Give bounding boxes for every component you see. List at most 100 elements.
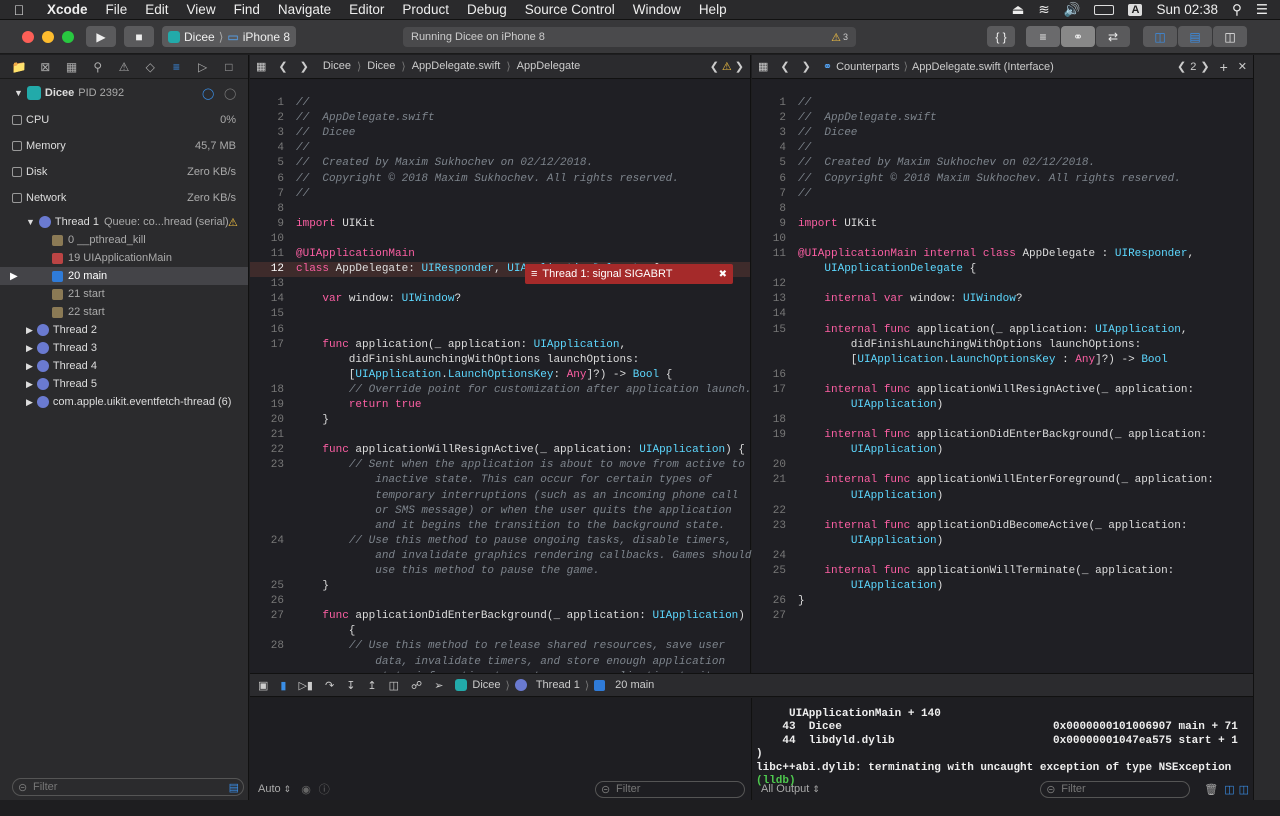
source-control-icon[interactable]: ⊠	[37, 60, 53, 74]
step-into-icon[interactable]: ↧	[346, 679, 355, 692]
menu-file[interactable]: File	[97, 2, 137, 17]
breadcrumb-file[interactable]: AppDelegate.swift (Interface)	[912, 61, 1054, 73]
console-view[interactable]: UIApplicationMain + 140 43 Dicee 0x00000…	[753, 698, 1253, 800]
stack-frame-row[interactable]: 19 UIApplicationMain	[0, 249, 248, 267]
interface-source-code[interactable]: 1//2// AppDelegate.swift 3// Dicee 4//5// …	[752, 79, 1253, 655]
gauge-cpu[interactable]: CPU 0%	[0, 107, 248, 133]
issue-navigator-icon[interactable]: ⚠	[116, 60, 132, 74]
menu-debug[interactable]: Debug	[458, 2, 516, 17]
process-row[interactable]: ▼ Dicee PID 2392 ◯ ◯	[0, 79, 248, 107]
process-running-icon[interactable]: ◯	[202, 87, 214, 100]
find-navigator-icon[interactable]: ⚲	[90, 60, 106, 74]
test-navigator-icon[interactable]: ◇	[142, 60, 158, 74]
process-pause-icon[interactable]: ◯	[224, 87, 236, 100]
close-window-button[interactable]	[22, 30, 34, 43]
warning-icon[interactable]: ⚠	[228, 216, 238, 229]
breakpoint-navigator-icon[interactable]: ▷	[195, 60, 211, 74]
toggle-debug-area-button[interactable]: ▤	[1178, 26, 1212, 47]
quick-look-icon[interactable]: ◉	[301, 783, 311, 796]
filter-options-icon[interactable]: ▤	[229, 781, 239, 794]
assistant-editor-button[interactable]: ⚭	[1061, 26, 1095, 47]
console-filter-field[interactable]: ⊝ Filter	[1040, 780, 1191, 798]
stack-frame-row[interactable]: 22 start	[0, 303, 248, 321]
show-console-icon[interactable]: ◫	[1239, 783, 1249, 796]
debug-path-thread[interactable]: Thread 1	[536, 679, 580, 691]
version-editor-button[interactable]: ⇄	[1096, 26, 1130, 47]
warning-icon[interactable]: ⚠	[831, 31, 841, 44]
source-code[interactable]: 1//2// AppDelegate.swift 3// Dicee 4//5// …	[250, 79, 751, 715]
hide-debug-area-icon[interactable]: ▣	[258, 679, 268, 692]
menu-source-control[interactable]: Source Control	[516, 2, 624, 17]
toggle-navigator-button[interactable]: ◫	[1143, 26, 1177, 47]
gauge-disk[interactable]: Disk Zero KB/s	[0, 159, 248, 185]
minimize-window-button[interactable]	[42, 30, 54, 43]
issue-next-icon[interactable]: ❯	[735, 60, 744, 73]
disclosure-closed-icon[interactable]: ▶	[26, 379, 33, 390]
disclosure-open-icon[interactable]: ▼	[26, 217, 35, 227]
stack-frame-row[interactable]: 21 start	[0, 285, 248, 303]
report-navigator-icon[interactable]: □	[221, 60, 237, 74]
debug-path-frame[interactable]: 20 main	[615, 679, 654, 691]
issue-prev-icon[interactable]: ❮	[710, 60, 719, 73]
menu-view[interactable]: View	[178, 2, 225, 17]
counterpart-prev-icon[interactable]: ❮	[1177, 60, 1186, 73]
stack-frame-row[interactable]: 0 __pthread_kill	[0, 231, 248, 249]
warning-icon[interactable]: ⚠	[722, 60, 732, 73]
thread-row[interactable]: ▶ Thread 4	[0, 357, 248, 375]
zoom-window-button[interactable]	[62, 30, 74, 43]
forward-icon[interactable]: ❯	[802, 60, 811, 73]
menu-navigate[interactable]: Navigate	[269, 2, 340, 17]
standard-editor-button[interactable]: ≡	[1026, 26, 1060, 47]
input-source-icon[interactable]: A	[1128, 3, 1143, 16]
trash-icon[interactable]: 🗑	[1204, 783, 1218, 796]
disclosure-closed-icon[interactable]: ▶	[26, 397, 33, 408]
menu-editor[interactable]: Editor	[340, 2, 393, 17]
apple-menu-icon[interactable]: 	[0, 2, 38, 18]
variables-filter-field[interactable]: ⊝ Filter	[595, 780, 745, 798]
counterparts-mode[interactable]: Counterparts	[836, 61, 900, 73]
breadcrumb-group[interactable]: Dicee	[367, 60, 395, 73]
continue-icon[interactable]: ▷▮	[298, 679, 313, 692]
step-over-icon[interactable]: ↷	[325, 679, 334, 692]
view-debugger-icon[interactable]: ◫	[389, 679, 399, 692]
counterpart-next-icon[interactable]: ❯	[1200, 60, 1209, 73]
back-icon[interactable]: ❮	[780, 60, 789, 73]
error-annotation[interactable]: ≡ Thread 1: signal SIGABRT ✖	[525, 264, 733, 284]
run-button[interactable]: ▶	[86, 26, 116, 47]
related-items-icon[interactable]: ▦	[758, 60, 768, 73]
menu-find[interactable]: Find	[225, 2, 269, 17]
thread-row[interactable]: ▶ Thread 2	[0, 321, 248, 339]
menu-product[interactable]: Product	[393, 2, 458, 17]
stop-button[interactable]: ■	[124, 26, 154, 47]
disclosure-closed-icon[interactable]: ▶	[26, 325, 33, 336]
menu-window[interactable]: Window	[624, 2, 690, 17]
close-editor-icon[interactable]: ✕	[1238, 60, 1247, 73]
activity-viewer[interactable]: Running Dicee on iPhone 8 ⚠ 3	[403, 27, 856, 47]
wifi-icon[interactable]: ≋	[1038, 2, 1049, 18]
volume-icon[interactable]: 🔊	[1064, 2, 1081, 18]
breadcrumb-symbol[interactable]: AppDelegate	[517, 60, 581, 73]
gauge-memory[interactable]: Memory 45,7 MB	[0, 133, 248, 159]
stack-frame-row-selected[interactable]: ▶ 20 main	[0, 267, 248, 285]
thread-row[interactable]: ▶ com.apple.uikit.eventfetch-thread (6)	[0, 393, 248, 411]
navigator-filter-field[interactable]: ⊝ Filter ▤	[12, 778, 244, 796]
disclosure-open-icon[interactable]: ▼	[14, 88, 23, 98]
back-icon[interactable]: ❮	[278, 60, 287, 73]
app-menu[interactable]: Xcode	[38, 2, 97, 17]
library-button[interactable]: { }	[987, 26, 1015, 47]
menu-help[interactable]: Help	[690, 2, 736, 17]
spotlight-icon[interactable]: ⚲	[1232, 2, 1242, 18]
menu-edit[interactable]: Edit	[136, 2, 177, 17]
forward-icon[interactable]: ❯	[300, 60, 309, 73]
simulate-location-icon[interactable]: ➢	[434, 679, 443, 692]
toggle-inspector-button[interactable]: ◫	[1213, 26, 1247, 47]
thread-1-row[interactable]: ▼ Thread 1 Queue: co...hread (serial) ⚠	[0, 213, 248, 231]
thread-row[interactable]: ▶ Thread 3	[0, 339, 248, 357]
disclosure-closed-icon[interactable]: ▶	[26, 361, 33, 372]
add-editor-icon[interactable]: +	[1220, 59, 1228, 75]
drive-icon[interactable]: ⏏	[1012, 2, 1025, 18]
breakpoints-toggle-icon[interactable]: ▮	[280, 679, 286, 692]
memory-graph-icon[interactable]: ☍	[411, 679, 422, 692]
thread-row[interactable]: ▶ Thread 5	[0, 375, 248, 393]
notification-center-icon[interactable]: ☰	[1256, 2, 1268, 18]
